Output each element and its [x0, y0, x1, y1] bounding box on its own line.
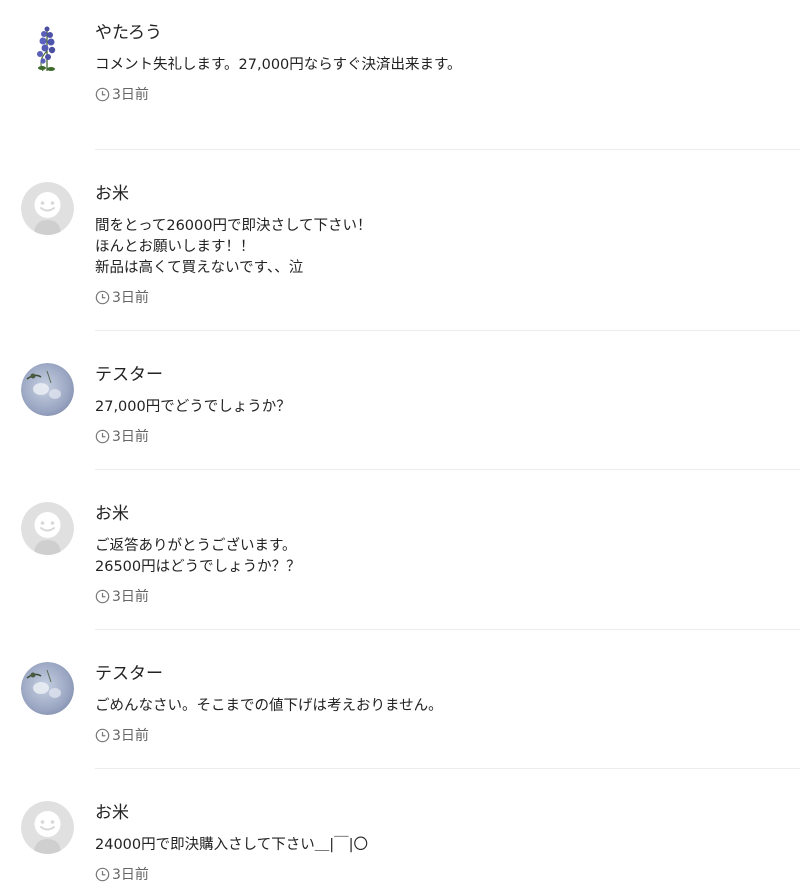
user-name[interactable]: お米 — [95, 801, 800, 825]
default-user-avatar-image — [21, 182, 74, 235]
comment-timestamp: 3日前 — [95, 586, 800, 606]
user-avatar[interactable] — [21, 801, 74, 854]
user-name[interactable]: テスター — [95, 363, 800, 387]
comment-item: お米 24000円で即決購入さして下さい＿|￣|〇 3日前 — [0, 769, 800, 889]
comment-text: 24000円で即決購入さして下さい＿|￣|〇 — [95, 837, 368, 853]
timestamp-text: 3日前 — [112, 290, 149, 306]
comment-item: やたろう コメント失礼します。27,000円ならすぐ決済出来ます。 3日前 — [0, 21, 800, 150]
timestamp-text: 3日前 — [112, 728, 149, 744]
comment-list: やたろう コメント失礼します。27,000円ならすぐ決済出来ます。 3日前 お米… — [0, 0, 800, 889]
photo-avatar-image — [21, 363, 74, 416]
user-avatar[interactable] — [21, 21, 74, 74]
timestamp-text: 3日前 — [112, 589, 149, 605]
clock-icon — [95, 87, 110, 101]
comment-text: 27,000円でどうでしょうか？ — [95, 399, 291, 415]
clock-icon — [95, 429, 110, 443]
comment-timestamp: 3日前 — [95, 864, 800, 884]
comment-text: ご返答ありがとうございます。 26500円はどうでしょうか？？ — [95, 538, 301, 575]
user-name[interactable]: テスター — [95, 662, 800, 686]
user-name[interactable]: お米 — [95, 182, 800, 206]
flower-avatar-image — [21, 21, 74, 74]
comment-text: ごめんなさい。そこまでの値下げは考えおりません。 — [95, 698, 443, 714]
clock-icon — [95, 589, 110, 603]
comment-item: お米 間をとって26000円で即決さして下さい！ ほんとお願いします！！ 新品は… — [0, 150, 800, 331]
comment-timestamp: 3日前 — [95, 725, 800, 745]
user-avatar[interactable] — [21, 182, 74, 235]
user-name[interactable]: やたろう — [95, 21, 800, 45]
clock-icon — [95, 290, 110, 304]
timestamp-text: 3日前 — [112, 429, 149, 445]
user-avatar[interactable] — [21, 363, 74, 416]
user-avatar[interactable] — [21, 662, 74, 715]
comment-timestamp: 3日前 — [95, 287, 800, 307]
user-avatar[interactable] — [21, 502, 74, 555]
user-name[interactable]: お米 — [95, 502, 800, 526]
comment-item: テスター ごめんなさい。そこまでの値下げは考えおりません。 3日前 — [0, 630, 800, 769]
timestamp-text: 3日前 — [112, 867, 149, 883]
comment-item: テスター 27,000円でどうでしょうか？ 3日前 — [0, 331, 800, 470]
comment-text: コメント失礼します。27,000円ならすぐ決済出来ます。 — [95, 57, 462, 73]
clock-icon — [95, 728, 110, 742]
default-user-avatar-image — [21, 801, 74, 854]
comment-timestamp: 3日前 — [95, 84, 800, 104]
default-user-avatar-image — [21, 502, 74, 555]
timestamp-text: 3日前 — [112, 87, 149, 103]
clock-icon — [95, 867, 110, 881]
comment-text: 間をとって26000円で即決さして下さい！ ほんとお願いします！！ 新品は高くて… — [95, 218, 372, 276]
comment-item: お米 ご返答ありがとうございます。 26500円はどうでしょうか？？ 3日前 — [0, 470, 800, 630]
photo-avatar-image — [21, 662, 74, 715]
comment-timestamp: 3日前 — [95, 426, 800, 446]
